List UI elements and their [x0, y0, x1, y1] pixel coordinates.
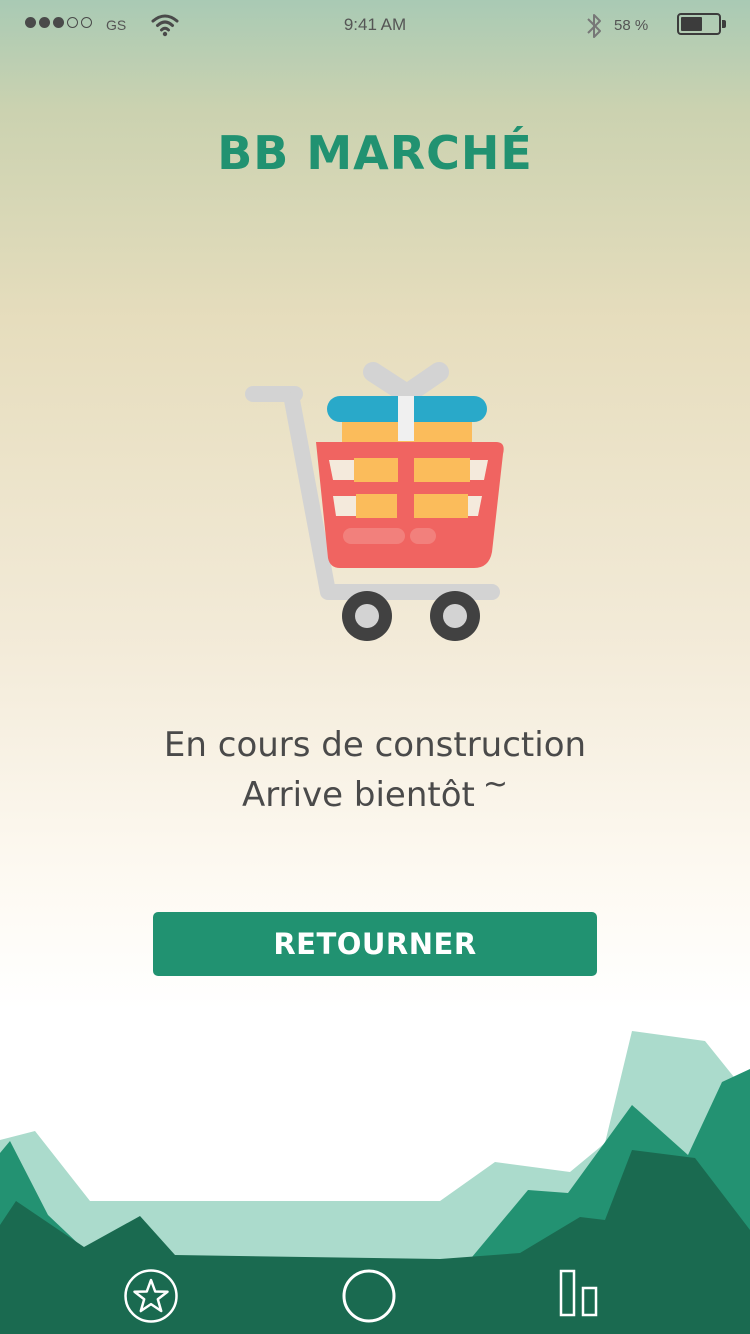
home-nav-item[interactable] [341, 1268, 397, 1324]
app-screen: GS 9:41 AM 58 % BB MARCHÉ En cours de co… [0, 0, 750, 1334]
battery-percent: 58 % [614, 17, 649, 34]
stats-nav-item[interactable] [554, 1268, 610, 1324]
back-button[interactable]: RETOURNER [153, 912, 597, 976]
status-bar: GS 9:41 AM 58 % [0, 0, 750, 52]
message-tilde: ~ [482, 767, 508, 802]
shopping-cart-with-gift-icon [245, 362, 504, 641]
bottom-nav [0, 1248, 750, 1334]
favorites-nav-item[interactable] [123, 1268, 179, 1324]
battery-cap [722, 20, 726, 28]
circle-icon [342, 1269, 396, 1323]
battery-icon [677, 13, 721, 35]
message-line-2: Arrive bientôt [241, 775, 475, 815]
bluetooth-icon [587, 14, 601, 38]
construction-message: En cours de construction Arrive bientôt ~ [0, 720, 750, 822]
star-icon [124, 1269, 178, 1323]
app-title: BB MARCHÉ [217, 126, 533, 180]
message-line-2-wrap: Arrive bientôt ~ [0, 767, 750, 822]
battery-level [681, 17, 702, 31]
message-line-1: En cours de construction [163, 725, 587, 765]
bar-chart-icon [559, 1269, 598, 1317]
